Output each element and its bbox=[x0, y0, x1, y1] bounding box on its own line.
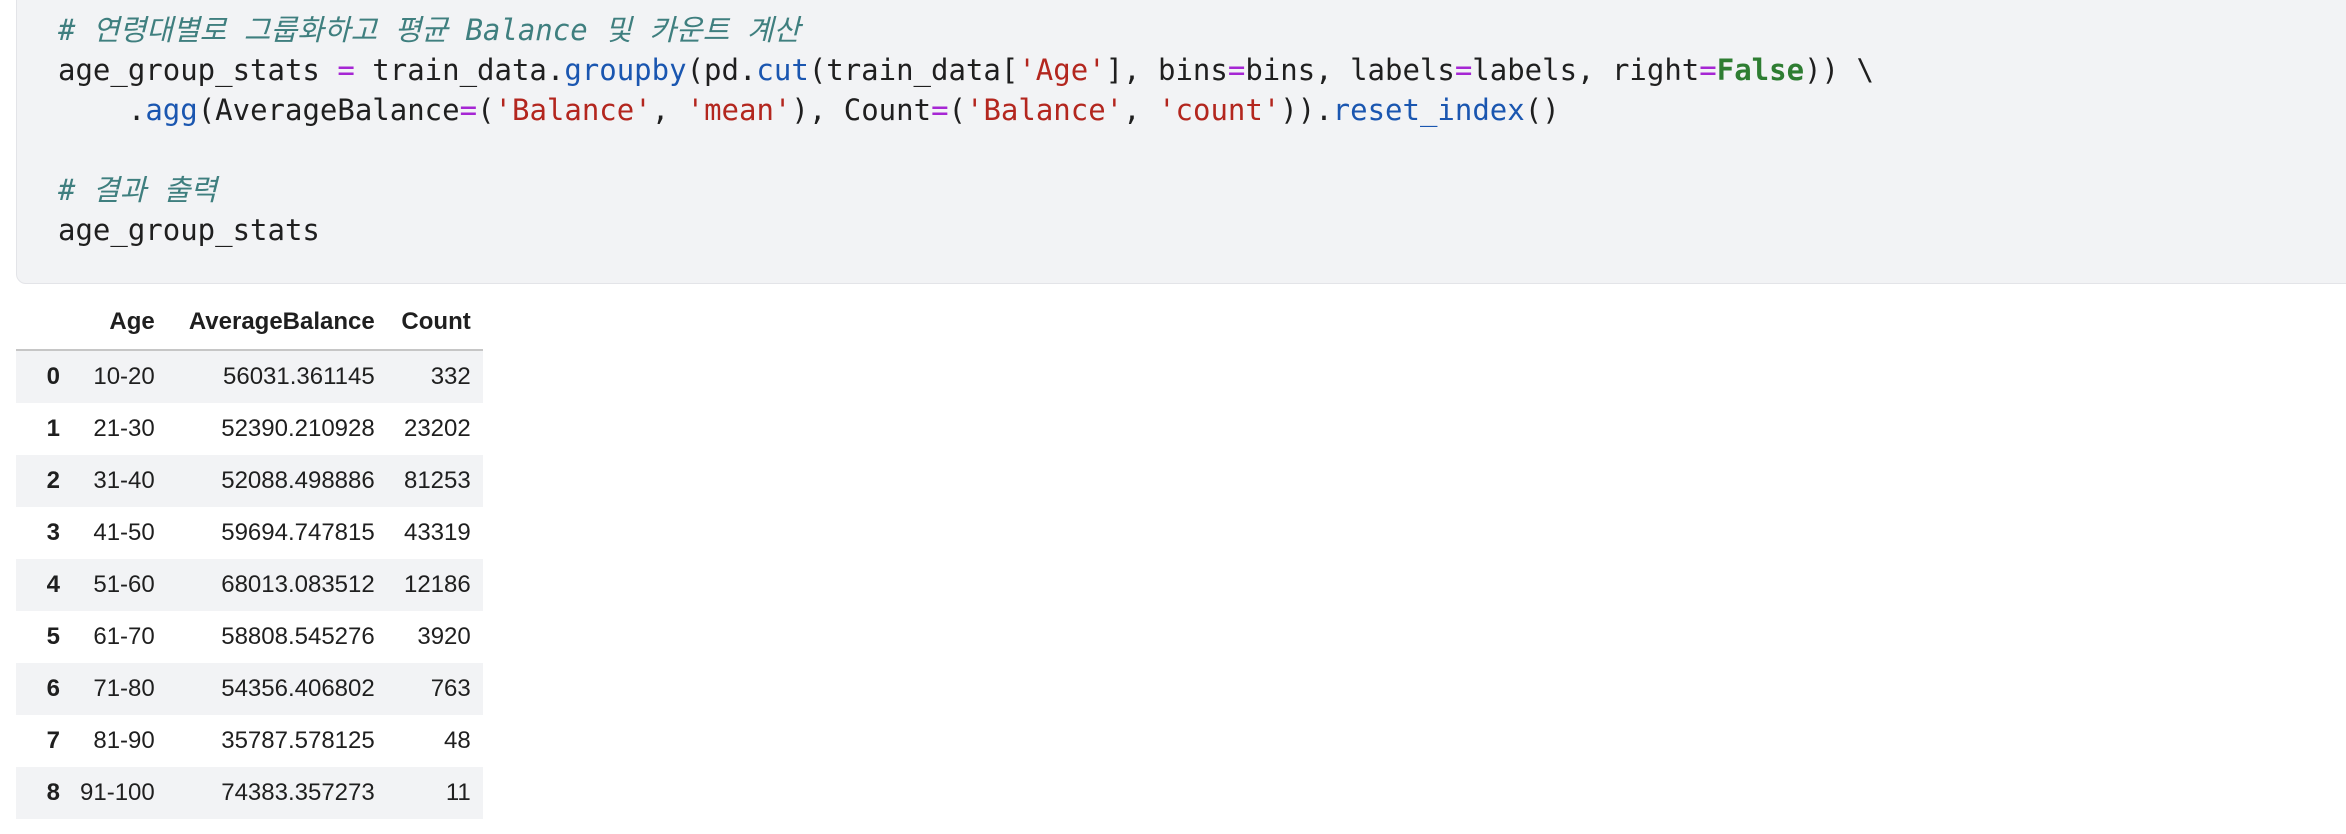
code-editor[interactable]: # 연령대별로 그룹화하고 평균 Balance 및 카운트 계산 age_gro… bbox=[58, 10, 1874, 250]
code-token: , bbox=[651, 93, 687, 127]
code-token: . bbox=[58, 93, 146, 127]
code-operator: = bbox=[337, 53, 355, 87]
code-operator: = bbox=[459, 93, 478, 127]
table-header-row: Age AverageBalance Count bbox=[16, 295, 483, 351]
table-row: 0 10-20 56031.361145 332 bbox=[16, 350, 483, 403]
row-index: 4 bbox=[46, 571, 60, 598]
cell-count: 81253 bbox=[403, 467, 471, 494]
cell-age: 21-30 bbox=[93, 415, 155, 442]
code-string: 'mean' bbox=[686, 93, 792, 127]
code-token: , bbox=[1123, 93, 1159, 127]
cell-age: 81-90 bbox=[93, 727, 155, 754]
code-comment: # 연령대별로 그룹화하고 평균 Balance 및 카운트 계산 bbox=[58, 13, 801, 47]
cell-average-balance: 52390.210928 bbox=[221, 415, 375, 442]
code-string: 'Age' bbox=[1018, 53, 1106, 87]
code-token: ( bbox=[948, 93, 966, 127]
row-index: 3 bbox=[46, 519, 60, 546]
code-line-output: age_group_stats bbox=[58, 210, 1874, 250]
code-line-groupby: age_group_stats = train_data.groupby(pd.… bbox=[58, 50, 1874, 90]
cell-count: 12186 bbox=[403, 571, 471, 598]
code-token: train_data. bbox=[354, 53, 565, 87]
code-function: agg bbox=[145, 93, 198, 127]
code-function: reset_index bbox=[1332, 93, 1525, 127]
code-operator: = bbox=[1699, 53, 1717, 87]
code-token: (AverageBalance bbox=[197, 93, 460, 127]
cell-average-balance: 54356.406802 bbox=[221, 675, 375, 702]
code-keyword: False bbox=[1716, 53, 1805, 87]
code-line-comment-2: # 결과 출력 bbox=[58, 170, 1874, 210]
cell-age: 61-70 bbox=[93, 623, 155, 650]
table-row: 4 51-60 68013.083512 12186 bbox=[16, 559, 483, 611]
table-row: 2 31-40 52088.498886 81253 bbox=[16, 455, 483, 507]
cell-count: 43319 bbox=[403, 519, 471, 546]
cell-average-balance: 56031.361145 bbox=[223, 363, 375, 390]
code-token: ( bbox=[477, 93, 495, 127]
code-string: 'count' bbox=[1158, 93, 1281, 127]
code-token: labels, right bbox=[1472, 53, 1700, 87]
code-string: 'Balance' bbox=[494, 93, 652, 127]
code-operator: = bbox=[1454, 53, 1473, 87]
code-token: age_group_stats bbox=[58, 213, 320, 247]
row-index: 1 bbox=[46, 415, 60, 442]
cell-average-balance: 52088.498886 bbox=[221, 467, 375, 494]
code-token: age_group_stats bbox=[58, 53, 338, 87]
code-operator: = bbox=[931, 93, 949, 127]
row-index: 7 bbox=[46, 727, 60, 754]
row-index: 6 bbox=[46, 675, 60, 702]
cell-count: 332 bbox=[430, 363, 471, 390]
row-index: 8 bbox=[46, 779, 60, 806]
cell-age: 31-40 bbox=[93, 467, 155, 494]
cell-average-balance: 58808.545276 bbox=[221, 623, 375, 650]
cell-average-balance: 74383.357273 bbox=[221, 779, 375, 806]
row-index: 5 bbox=[46, 623, 60, 650]
column-header-count: Count bbox=[386, 295, 483, 351]
cell-average-balance: 68013.083512 bbox=[221, 571, 375, 598]
column-header-age: Age bbox=[68, 295, 167, 351]
code-token: (pd. bbox=[686, 53, 757, 87]
cell-count: 763 bbox=[430, 675, 471, 702]
code-string: 'Balance' bbox=[966, 93, 1124, 127]
code-token: )). bbox=[1280, 93, 1333, 127]
code-line-comment-1: # 연령대별로 그룹화하고 평균 Balance 및 카운트 계산 bbox=[58, 10, 1874, 50]
code-token: () bbox=[1524, 93, 1560, 127]
code-token: bins, labels bbox=[1245, 53, 1455, 87]
table-row: 1 21-30 52390.210928 23202 bbox=[16, 403, 483, 455]
table-row: 3 41-50 59694.747815 43319 bbox=[16, 507, 483, 559]
code-line-agg: .agg(AverageBalance=('Balance', 'mean'),… bbox=[58, 90, 1874, 130]
cell-age: 10-20 bbox=[93, 363, 155, 390]
cell-count: 3920 bbox=[417, 623, 471, 650]
row-index: 0 bbox=[46, 363, 60, 390]
cell-age: 41-50 bbox=[93, 519, 155, 546]
code-operator: = bbox=[1227, 53, 1246, 87]
cell-average-balance: 35787.578125 bbox=[221, 727, 375, 754]
code-token: (train_data[ bbox=[808, 53, 1019, 87]
table-row: 8 91-100 74383.357273 11 bbox=[16, 767, 483, 819]
table-row: 7 81-90 35787.578125 48 bbox=[16, 715, 483, 767]
code-function: cut bbox=[756, 53, 809, 87]
cell-age: 91-100 bbox=[80, 779, 155, 806]
code-token: ], bins bbox=[1105, 53, 1228, 87]
cell-average-balance: 59694.747815 bbox=[221, 519, 375, 546]
cell-count: 48 bbox=[444, 727, 471, 754]
code-token: )) \ bbox=[1804, 53, 1874, 87]
cell-count: 23202 bbox=[403, 415, 471, 442]
table-row: 6 71-80 54356.406802 763 bbox=[16, 663, 483, 715]
table-row: 5 61-70 58808.545276 3920 bbox=[16, 611, 483, 663]
column-header-average-balance: AverageBalance bbox=[166, 295, 387, 351]
cell-age: 51-60 bbox=[93, 571, 155, 598]
cell-age: 71-80 bbox=[93, 675, 155, 702]
column-header-index bbox=[16, 295, 68, 351]
cell-count: 11 bbox=[445, 779, 471, 806]
code-function: groupby bbox=[564, 53, 687, 87]
row-index: 2 bbox=[46, 467, 60, 494]
dataframe-output-table: Age AverageBalance Count 0 10-20 56031.3… bbox=[16, 295, 483, 819]
code-token: ), Count bbox=[791, 93, 932, 127]
code-comment: # 결과 출력 bbox=[58, 173, 218, 207]
